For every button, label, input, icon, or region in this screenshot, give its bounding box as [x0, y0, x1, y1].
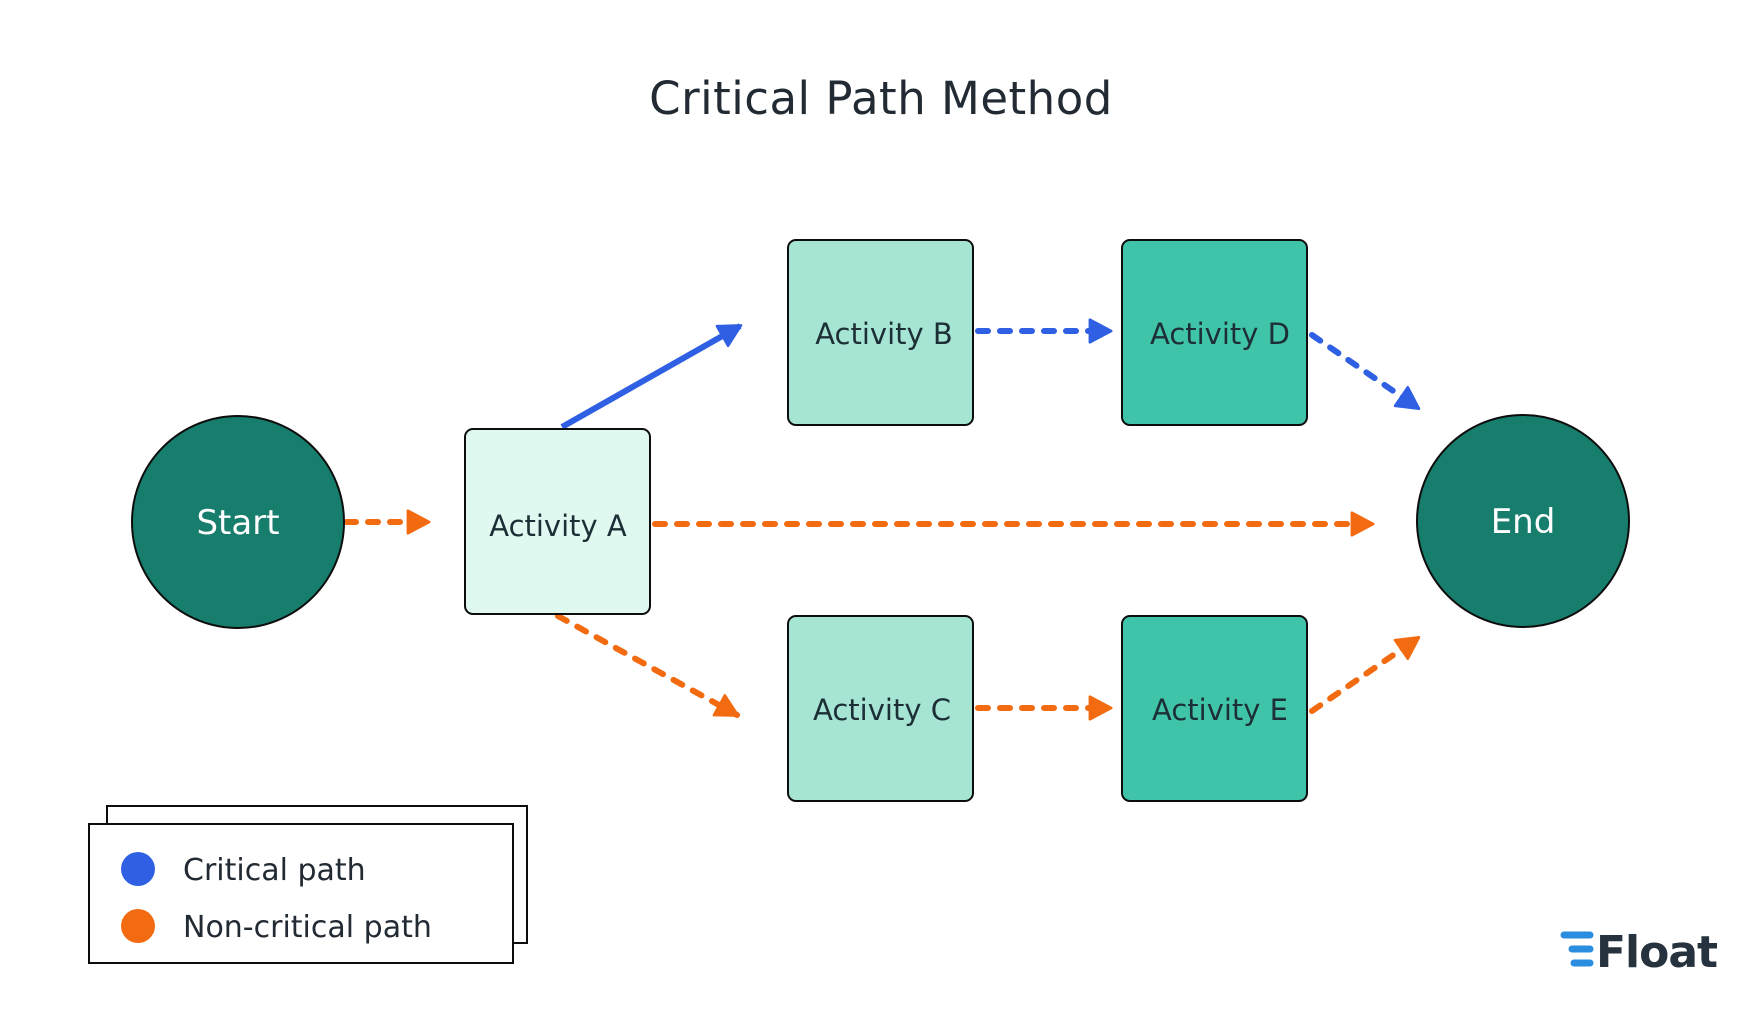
legend-label-non-critical: Non-critical path — [183, 910, 432, 945]
node-activity-e[interactable]: Activity E — [1121, 615, 1308, 802]
legend-label-critical: Critical path — [183, 853, 366, 888]
float-lines-icon — [1560, 931, 1594, 967]
node-activity-a[interactable]: Activity A — [464, 428, 651, 615]
activity-d-label: Activity D — [1150, 317, 1290, 351]
float-logo-text: Float — [1596, 927, 1718, 978]
critical-path-swatch-icon — [121, 852, 155, 886]
node-start[interactable]: Start — [131, 415, 345, 629]
float-logo: Float — [1560, 927, 1719, 978]
edge-activity-a-to-activity-c — [555, 613, 740, 718]
node-end[interactable]: End — [1416, 414, 1630, 628]
edge-activity-a-to-activity-b — [560, 323, 743, 430]
node-activity-c[interactable]: Activity C — [787, 615, 974, 802]
cpm-diagram: Critical Path Method Start Activity A Ac… — [88, 72, 1719, 978]
activity-e-label: Activity E — [1152, 693, 1288, 727]
legend: Critical path Non-critical path — [88, 805, 528, 964]
activity-b-label: Activity B — [815, 317, 953, 351]
start-label: Start — [196, 503, 279, 543]
node-activity-b[interactable]: Activity B — [787, 239, 974, 426]
diagram-title: Critical Path Method — [649, 72, 1113, 125]
edge-activity-e-to-end — [1309, 635, 1421, 714]
node-activity-d[interactable]: Activity D — [1121, 239, 1308, 426]
activity-a-label: Activity A — [489, 509, 627, 543]
end-label: End — [1491, 502, 1556, 542]
edge-activity-d-to-end — [1309, 332, 1421, 411]
non-critical-path-swatch-icon — [121, 909, 155, 943]
activity-c-label: Activity C — [813, 693, 951, 727]
